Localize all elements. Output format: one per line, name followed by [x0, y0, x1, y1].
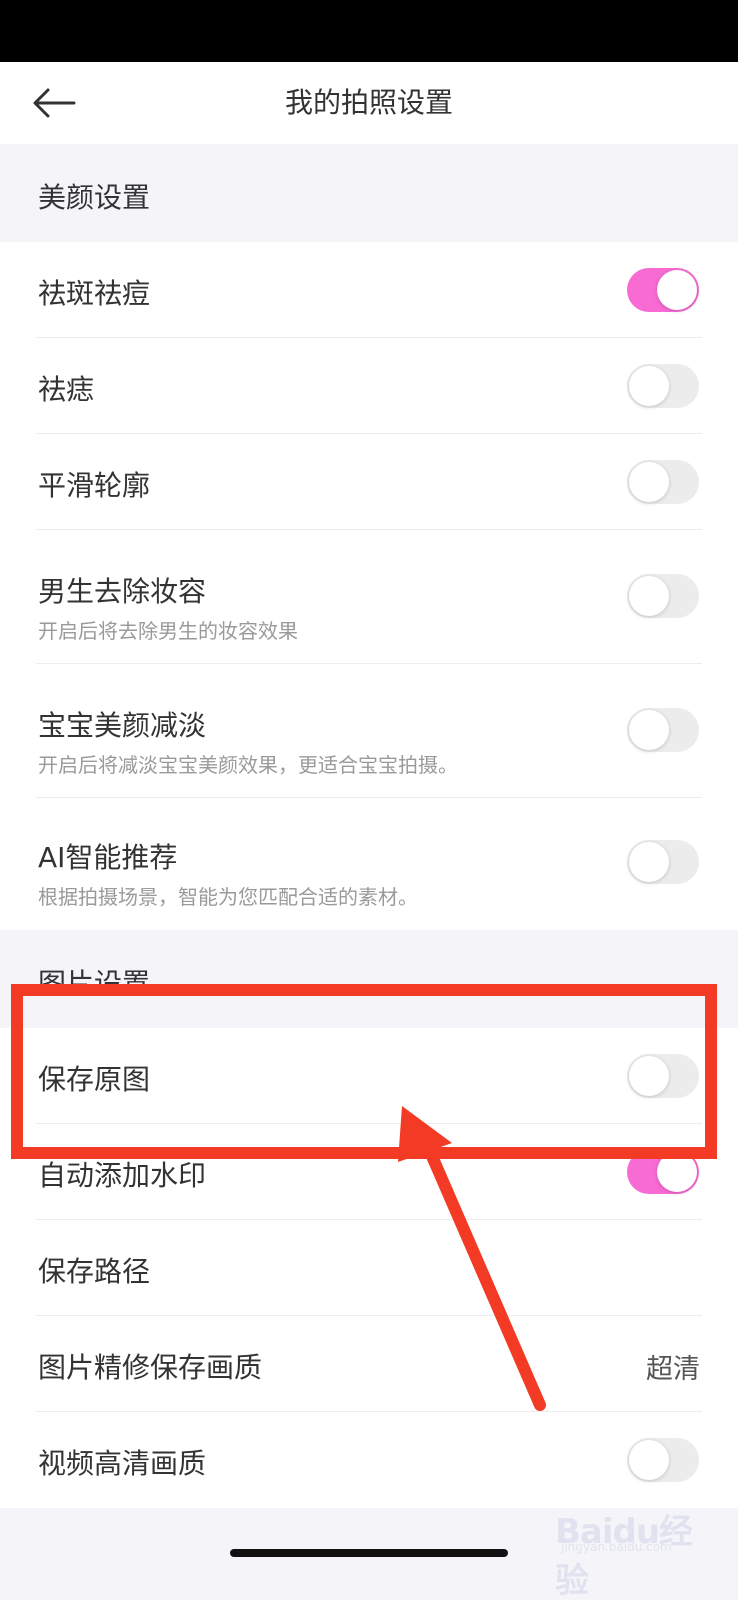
- toggle-knob: [629, 1056, 669, 1096]
- section-header-photo: 图片设置: [0, 930, 738, 1028]
- ai-recommend-toggle[interactable]: [627, 840, 699, 884]
- spot-removal-toggle[interactable]: [627, 268, 699, 312]
- setting-row-save-path[interactable]: 保存路径: [0, 1220, 738, 1316]
- setting-label: 图片精修保存画质: [38, 1351, 263, 1384]
- setting-row-retouch-quality[interactable]: 图片精修保存画质 超清: [0, 1316, 738, 1412]
- setting-label: 男生去除妆容: [38, 575, 207, 608]
- toggle-knob: [657, 1152, 697, 1192]
- nav-bar: 我的拍照设置: [0, 62, 738, 144]
- page-title: 我的拍照设置: [284, 86, 453, 119]
- baidu-watermark: Baidu经验 jingyan.baidu.com: [555, 1500, 725, 1601]
- setting-row-spot-removal[interactable]: 祛斑祛痘: [0, 242, 738, 338]
- baby-beauty-toggle[interactable]: [627, 708, 699, 752]
- setting-label: 平滑轮廓: [38, 469, 151, 502]
- toggle-knob: [629, 462, 669, 502]
- retouch-quality-value: 超清: [646, 1354, 700, 1385]
- setting-row-save-original[interactable]: 保存原图: [0, 1028, 738, 1124]
- setting-row-mole-removal[interactable]: 祛痣: [0, 338, 738, 434]
- home-indicator[interactable]: [230, 1549, 508, 1557]
- back-button[interactable]: [30, 80, 82, 126]
- hd-video-toggle[interactable]: [627, 1438, 699, 1482]
- setting-description: 开启后将减淡宝宝美颜效果，更适合宝宝拍摄。: [38, 753, 458, 777]
- setting-row-ai-recommend[interactable]: AI智能推荐 根据拍摄场景，智能为您匹配合适的素材。: [0, 798, 738, 930]
- setting-label: 保存原图: [38, 1063, 151, 1096]
- toggle-knob: [629, 842, 669, 882]
- mole-removal-toggle[interactable]: [627, 364, 699, 408]
- setting-label: 祛斑祛痘: [38, 277, 151, 310]
- save-original-toggle[interactable]: [627, 1054, 699, 1098]
- setting-label: 视频高清画质: [38, 1447, 207, 1480]
- setting-description: 根据拍摄场景，智能为您匹配合适的素材。: [38, 885, 418, 909]
- auto-watermark-toggle[interactable]: [627, 1150, 699, 1194]
- status-bar: [0, 0, 738, 62]
- toggle-knob: [657, 270, 697, 310]
- toggle-knob: [629, 576, 669, 616]
- setting-row-auto-watermark[interactable]: 自动添加水印: [0, 1124, 738, 1220]
- setting-label: AI智能推荐: [38, 841, 178, 874]
- toggle-knob: [629, 366, 669, 406]
- setting-row-hd-video[interactable]: 视频高清画质: [0, 1412, 738, 1508]
- setting-label: 祛痣: [38, 373, 95, 406]
- watermark-sub: jingyan.baidu.com: [561, 1540, 672, 1554]
- male-makeup-removal-toggle[interactable]: [627, 574, 699, 618]
- toggle-knob: [629, 710, 669, 750]
- setting-row-male-makeup-removal[interactable]: 男生去除妆容 开启后将去除男生的妆容效果: [0, 530, 738, 664]
- setting-row-smooth-contour[interactable]: 平滑轮廓: [0, 434, 738, 530]
- setting-row-baby-beauty[interactable]: 宝宝美颜减淡 开启后将减淡宝宝美颜效果，更适合宝宝拍摄。: [0, 664, 738, 798]
- setting-label: 自动添加水印: [38, 1159, 207, 1192]
- setting-description: 开启后将去除男生的妆容效果: [38, 619, 298, 643]
- smooth-contour-toggle[interactable]: [627, 460, 699, 504]
- setting-label: 宝宝美颜减淡: [38, 709, 207, 742]
- toggle-knob: [629, 1440, 669, 1480]
- section-title-photo: 图片设置: [38, 967, 151, 1000]
- section-title-beauty: 美颜设置: [38, 181, 151, 214]
- section-header-beauty: 美颜设置: [0, 144, 738, 242]
- setting-label: 保存路径: [38, 1255, 151, 1288]
- back-arrow-icon: [33, 88, 76, 118]
